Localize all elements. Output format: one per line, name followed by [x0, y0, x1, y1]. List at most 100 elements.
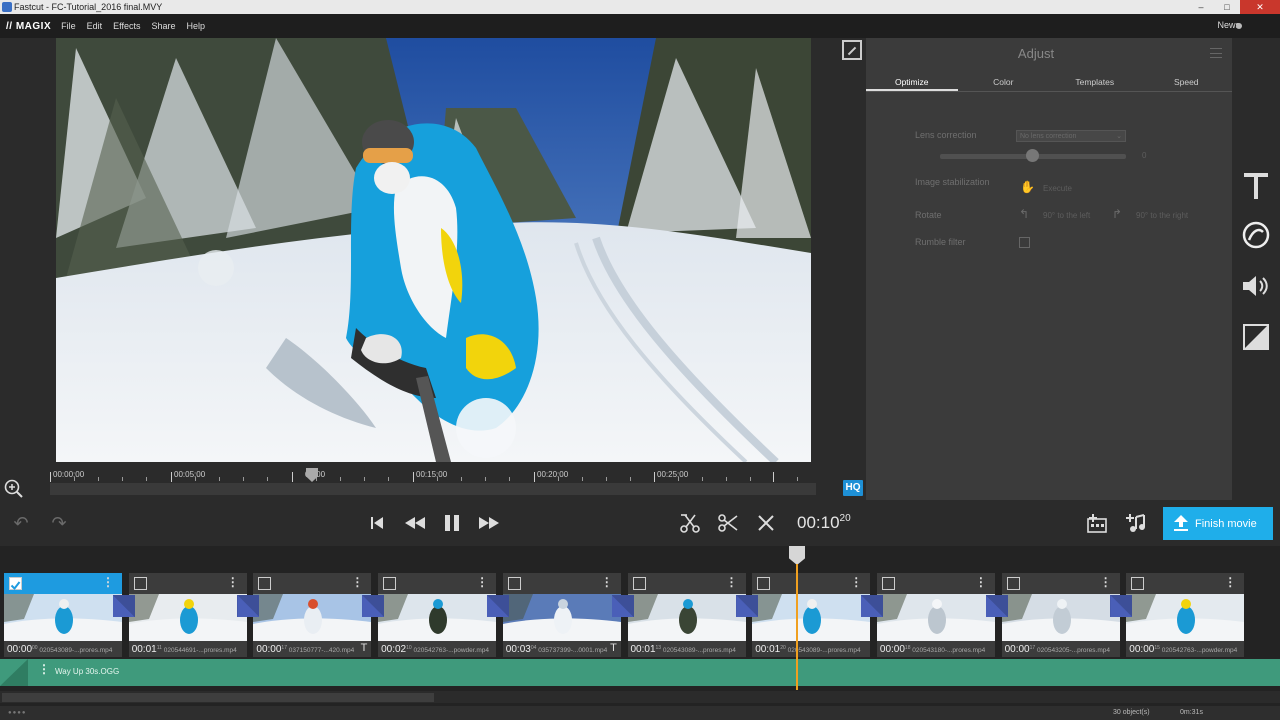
stabilization-execute-button[interactable]: Execute — [1043, 184, 1072, 193]
clip-checkbox[interactable] — [507, 577, 521, 590]
pause-icon — [445, 515, 459, 531]
clip-menu-icon[interactable]: ⋮ — [601, 576, 613, 588]
preview-scrub-track[interactable] — [50, 483, 816, 495]
panel-menu-icon[interactable] — [1210, 48, 1222, 58]
audio-menu-icon[interactable]: ⋮ — [38, 663, 50, 675]
clip-frames: 04 — [530, 645, 537, 651]
add-media-button[interactable] — [1085, 512, 1111, 534]
finish-movie-button[interactable]: Finish movie — [1163, 507, 1273, 540]
zoom-in-button[interactable] — [4, 479, 24, 499]
rumble-filter-checkbox[interactable] — [1019, 237, 1030, 248]
text-icon[interactable] — [1240, 170, 1272, 202]
tab-speed[interactable]: Speed — [1141, 72, 1233, 91]
zoom-in-icon — [4, 479, 23, 498]
fast-forward-icon — [479, 517, 499, 529]
menu-edit[interactable]: Edit — [87, 21, 103, 31]
undo-button[interactable]: ↶ — [8, 512, 34, 534]
maximize-button[interactable]: □ — [1214, 0, 1240, 14]
rotate-left-button[interactable]: 90° to the left — [1043, 211, 1090, 220]
clip-header: ⋮ — [378, 573, 497, 594]
timeline[interactable]: ⋮ 00:0000 020543089-...prores.mp4 ⋮ 00:0… — [0, 546, 1280, 720]
clip-menu-icon[interactable]: ⋮ — [726, 576, 738, 588]
menu-file[interactable]: File — [61, 21, 76, 31]
clip-filename: 037150777-...420.mp4 — [288, 647, 355, 655]
tab-templates[interactable]: Templates — [1049, 72, 1141, 91]
timecode-display: 00:1020 — [797, 513, 851, 533]
add-music-button[interactable] — [1123, 512, 1149, 534]
clip-checkbox[interactable] — [133, 577, 147, 590]
audio-track-label: Way Up 30s.OGG — [55, 667, 120, 676]
clip-checkbox[interactable] — [632, 577, 646, 590]
rewind-icon — [405, 517, 425, 529]
rotate-right-icon[interactable]: ↱ — [1112, 207, 1122, 221]
lens-correction-slider-knob[interactable] — [1026, 149, 1039, 162]
lens-correction-label: Lens correction — [915, 130, 977, 140]
video-preview[interactable] — [56, 38, 811, 462]
timeline-clip[interactable]: ⋮ 00:0000 020543089-...prores.mp4 — [4, 573, 122, 657]
clip-checkbox[interactable] — [258, 577, 272, 590]
timeline-clip[interactable]: ⋮ 00:0210 020542763-...powder.mp4 — [378, 573, 497, 657]
clip-menu-icon[interactable]: ⋮ — [102, 576, 114, 588]
redo-button[interactable]: ↷ — [46, 512, 72, 534]
fullscreen-button[interactable] — [842, 40, 862, 60]
timeline-clip[interactable]: ⋮ 00:0113 020543089-...prores.mp4 — [627, 573, 746, 657]
menu-share[interactable]: Share — [152, 21, 176, 31]
clip-menu-icon[interactable]: ⋮ — [476, 576, 488, 588]
audio-fade-handle[interactable] — [0, 659, 28, 686]
timeline-clip[interactable]: ⋮ 00:0015 020542763-...powder.mp4 — [1126, 573, 1245, 657]
clip-frames: 20 — [780, 645, 786, 651]
timeline-scrollbar-thumb[interactable] — [2, 693, 434, 702]
fast-forward-button[interactable] — [476, 512, 502, 534]
clip-checkbox[interactable] — [881, 577, 895, 590]
cut-button[interactable] — [716, 512, 740, 534]
clip-menu-icon[interactable]: ⋮ — [227, 576, 239, 588]
timeline-playhead[interactable] — [789, 546, 805, 565]
video-frame-snowboarder — [56, 38, 811, 462]
timeline-clip[interactable]: ⋮ 00:0120 020543089-...prores.mp4 — [752, 573, 871, 657]
audio-track[interactable]: ⋮ Way Up 30s.OGG — [0, 659, 1280, 686]
rotate-right-button[interactable]: 90° to the right — [1136, 211, 1188, 220]
rumble-filter-label: Rumble filter — [915, 237, 966, 247]
clip-checkbox[interactable] — [9, 577, 22, 591]
timeline-clip[interactable]: ⋮ 00:0017 020543205-...prores.mp4 — [1001, 573, 1120, 657]
adjust-icon[interactable] — [1240, 219, 1272, 251]
clip-menu-icon[interactable]: ⋮ — [975, 576, 987, 588]
tab-color[interactable]: Color — [958, 72, 1050, 91]
clip-menu-icon[interactable]: ⋮ — [351, 576, 363, 588]
window-controls: – □ ✕ — [1188, 0, 1280, 14]
clip-filename: 020543089-...prores.mp4 — [39, 647, 113, 655]
clip-checkbox[interactable] — [757, 577, 771, 590]
clip-menu-icon[interactable]: ⋮ — [850, 576, 862, 588]
timeline-clip[interactable]: ⋮ 00:0017 037150777-...420.mp4 T — [253, 573, 372, 657]
timeline-scrollbar[interactable] — [0, 691, 1280, 703]
menu-help[interactable]: Help — [187, 21, 206, 31]
contrast-glyph — [1243, 324, 1269, 350]
clip-menu-icon[interactable]: ⋮ — [1100, 576, 1112, 588]
clip-header: ⋮ — [627, 573, 746, 594]
effects-icon[interactable] — [1240, 321, 1272, 353]
split-remove-button[interactable] — [678, 512, 702, 534]
pause-button[interactable] — [440, 512, 464, 534]
hq-badge[interactable]: HQ — [843, 480, 863, 496]
timeline-clip[interactable]: ⋮ 00:0111 020544691-...prores.mp4 — [128, 573, 247, 657]
delete-button[interactable] — [754, 512, 778, 534]
audio-icon[interactable] — [1240, 270, 1272, 302]
minimize-button[interactable]: – — [1188, 0, 1214, 14]
clip-menu-icon[interactable]: ⋮ — [1224, 576, 1236, 588]
clip-duration: 00:00 — [7, 644, 33, 656]
tab-optimize[interactable]: Optimize — [866, 72, 958, 91]
clip-filename: 020544691-...prores.mp4 — [163, 647, 237, 655]
clip-checkbox[interactable] — [383, 577, 397, 590]
preview-timeline-ruler[interactable]: 00:00:00 00:05:00 00:00 00:15:00 00:20:0… — [50, 468, 818, 495]
hand-icon: ✋ — [1020, 180, 1035, 194]
clip-checkbox[interactable] — [1006, 577, 1020, 590]
close-button[interactable]: ✕ — [1240, 0, 1280, 14]
lens-correction-select[interactable]: No lens correction ⌄ — [1016, 130, 1126, 142]
timeline-clip[interactable]: ⋮ 00:0018 020543180-...prores.mp4 — [876, 573, 995, 657]
rewind-button[interactable] — [402, 512, 428, 534]
menu-effects[interactable]: Effects — [113, 21, 140, 31]
clip-checkbox[interactable] — [1131, 577, 1145, 590]
skip-to-start-button[interactable] — [367, 512, 387, 534]
timeline-clip[interactable]: ⋮ 00:0304 035737399-...0001.mp4 T — [502, 573, 621, 657]
rotate-left-icon[interactable]: ↰ — [1019, 207, 1029, 221]
